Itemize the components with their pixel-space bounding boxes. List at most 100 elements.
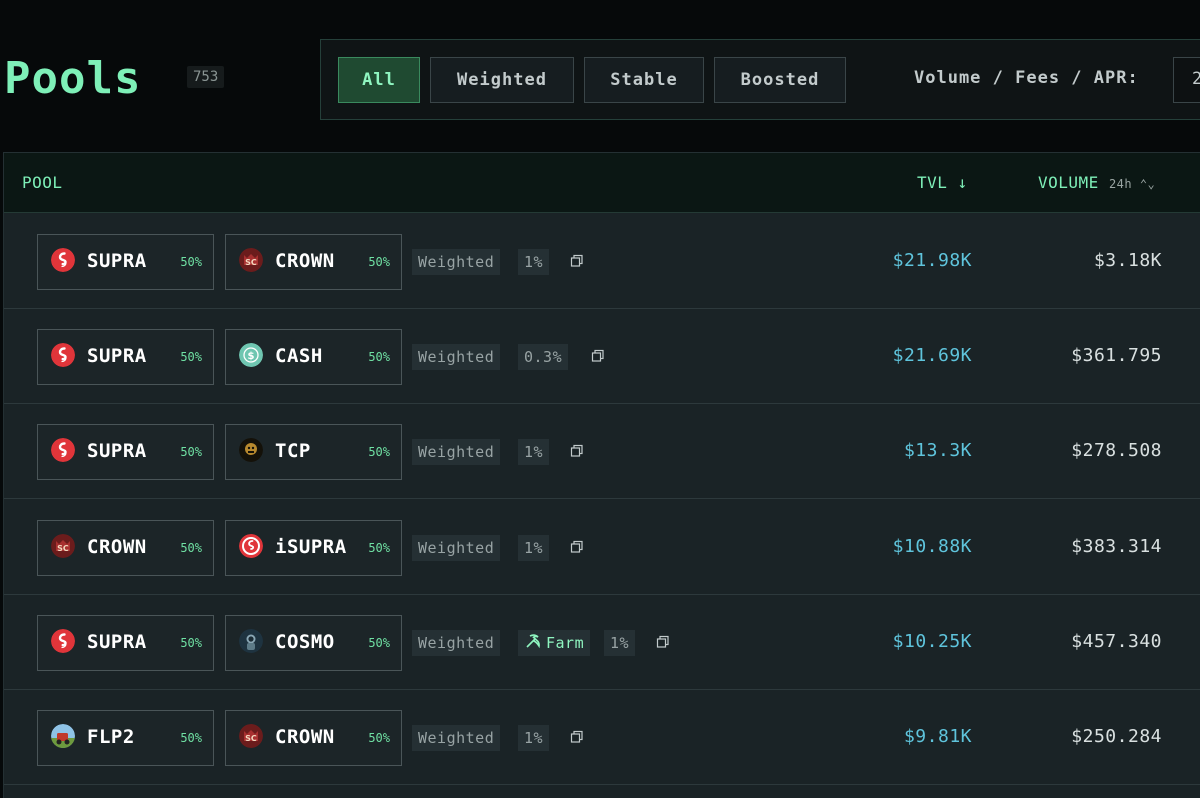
fee-badge: 1% — [518, 534, 550, 561]
token-weight: 50% — [368, 731, 390, 745]
farm-label: Farm — [546, 633, 585, 652]
column-volume-label: VOLUME — [1038, 173, 1099, 192]
pool-volume: $383.314 — [1071, 535, 1162, 557]
token-symbol: CASH — [275, 345, 323, 368]
filter-bar: All Weighted Stable Boosted Volume / Fee… — [320, 39, 1200, 120]
metric-label: Volume / Fees / APR: — [914, 68, 1139, 88]
tab-all[interactable]: All — [338, 57, 420, 103]
fee-badge: 1% — [518, 725, 550, 751]
pool-type-badge: Weighted — [412, 344, 501, 371]
crown-icon: SC — [239, 724, 263, 748]
token-symbol: SUPRA — [87, 440, 147, 463]
svg-text:SC: SC — [245, 258, 257, 267]
pool-row[interactable]: SUPRA 50% $ CASH 50% Weighted 0.3% $21.69K $361.… — [4, 309, 1200, 405]
farm-badge[interactable]: Farm — [518, 629, 591, 656]
token-symbol: CROWN — [275, 250, 335, 272]
token-symbol: FLP2 — [87, 726, 135, 748]
pool-tvl: $10.88K — [892, 535, 972, 557]
token-symbol: SUPRA — [87, 630, 147, 653]
tab-stable[interactable]: Stable — [584, 57, 704, 103]
tab-weighted[interactable]: Weighted — [430, 57, 574, 103]
token-weight: 50% — [180, 445, 202, 460]
token-chip[interactable]: COSMO 50% — [225, 614, 402, 671]
crown-icon: SC — [51, 533, 75, 558]
column-pool: POOL — [22, 173, 63, 192]
column-volume-sort[interactable]: VOLUME 24h ⌃⌄ — [1038, 173, 1155, 192]
token-chip[interactable]: SUPRA 50% — [37, 614, 214, 671]
pool-row[interactable]: SUPRA 50% TCP 50% Weighted 1% $13.3K $278.508 — [4, 404, 1200, 500]
pool-volume: $457.340 — [1071, 630, 1162, 652]
token-symbol: SUPRA — [87, 250, 147, 272]
token-chip[interactable]: $ CASH 50% — [225, 329, 402, 386]
svg-text:$: $ — [248, 351, 255, 362]
token-weight: 50% — [368, 635, 390, 650]
pool-count-badge: 753 — [187, 66, 225, 88]
svg-text:SC: SC — [57, 544, 69, 553]
token-symbol: TCP — [275, 440, 311, 463]
token-weight: 50% — [180, 635, 202, 650]
pool-tvl: $10.25K — [892, 630, 972, 652]
pool-type-badge: Weighted — [412, 249, 501, 275]
token-weight: 50% — [180, 255, 202, 269]
svg-text:SC: SC — [245, 734, 257, 743]
token-chip[interactable]: iSUPRA 50% — [225, 519, 402, 576]
copy-icon[interactable] — [656, 635, 672, 651]
page-header: Pools 753 All Weighted Stable Boosted Vo… — [0, 0, 1200, 140]
token-chip[interactable]: SUPRA 50% — [37, 234, 214, 290]
token-chip[interactable]: SC CROWN 50% — [37, 519, 214, 576]
copy-icon[interactable] — [570, 254, 586, 270]
token-chip[interactable]: TCP 50% — [225, 424, 402, 481]
pool-volume: $278.508 — [1071, 440, 1162, 462]
pool-tvl: $9.81K — [903, 726, 972, 747]
pool-row[interactable]: SC CROWN 50% iSUPRA 50% Weighted 1% $10.88K $383… — [4, 500, 1200, 595]
pool-type-badge: Weighted — [412, 439, 501, 466]
token-chip[interactable]: FLP2 50% — [37, 710, 214, 766]
pool-tvl: $13.3K — [903, 440, 972, 462]
copy-icon[interactable] — [570, 540, 586, 556]
token-weight: 50% — [180, 731, 202, 745]
pool-row[interactable]: FLP2 50% SC CROWN 50% Weighted 1% $9.81K $250.28… — [4, 690, 1200, 785]
token-chip[interactable]: SUPRA 50% — [37, 424, 214, 481]
pool-type-badge: Weighted — [412, 534, 501, 561]
pool-volume: $3.18K — [1093, 250, 1162, 271]
token-weight: 50% — [180, 540, 202, 555]
isupra-icon — [239, 533, 263, 558]
token-chip[interactable]: SC CROWN 50% — [225, 234, 402, 290]
crown-icon: SC — [239, 248, 263, 272]
supra-icon — [51, 628, 75, 653]
table-header: POOL TVL ↓ VOLUME 24h ⌃⌄ — [4, 153, 1200, 213]
pickaxe-icon — [524, 632, 542, 654]
tab-boosted[interactable]: Boosted — [714, 57, 846, 103]
supra-icon — [51, 438, 75, 463]
token-weight: 50% — [368, 350, 390, 365]
flp2-icon — [51, 724, 75, 748]
token-symbol: SUPRA — [87, 345, 147, 368]
pool-row[interactable]: SUPRA 50% SC CROWN 50% Weighted 1% $21.98K $3.18… — [4, 214, 1200, 309]
page-title: Pools — [4, 53, 142, 104]
token-symbol: CROWN — [275, 726, 335, 748]
pool-tvl: $21.98K — [892, 250, 972, 271]
metric-select[interactable]: 2 — [1173, 57, 1200, 103]
supra-icon — [51, 343, 75, 368]
copy-icon[interactable] — [570, 730, 586, 746]
supra-icon — [51, 248, 75, 272]
pool-tvl: $21.69K — [892, 345, 972, 367]
fee-badge: 1% — [518, 249, 550, 275]
fee-badge: 1% — [604, 629, 636, 656]
copy-icon[interactable] — [570, 444, 586, 460]
tcp-icon — [239, 438, 263, 463]
token-chip[interactable]: SC CROWN 50% — [225, 710, 402, 766]
column-tvl-sort[interactable]: TVL ↓ — [917, 173, 968, 192]
token-weight: 50% — [368, 445, 390, 460]
fee-badge: 1% — [518, 439, 550, 466]
cash-icon: $ — [239, 343, 263, 368]
column-volume-period: 24h ⌃⌄ — [1108, 177, 1156, 191]
token-chip[interactable]: SUPRA 50% — [37, 329, 214, 386]
token-symbol: iSUPRA — [275, 535, 347, 558]
token-weight: 50% — [368, 255, 390, 269]
token-symbol: CROWN — [87, 535, 147, 558]
pool-volume: $250.284 — [1071, 726, 1162, 747]
copy-icon[interactable] — [591, 349, 607, 365]
pool-row[interactable]: SUPRA 50% COSMO 50% Weighted Farm 1% $10.25K $45… — [4, 595, 1200, 690]
token-weight: 50% — [180, 350, 202, 365]
